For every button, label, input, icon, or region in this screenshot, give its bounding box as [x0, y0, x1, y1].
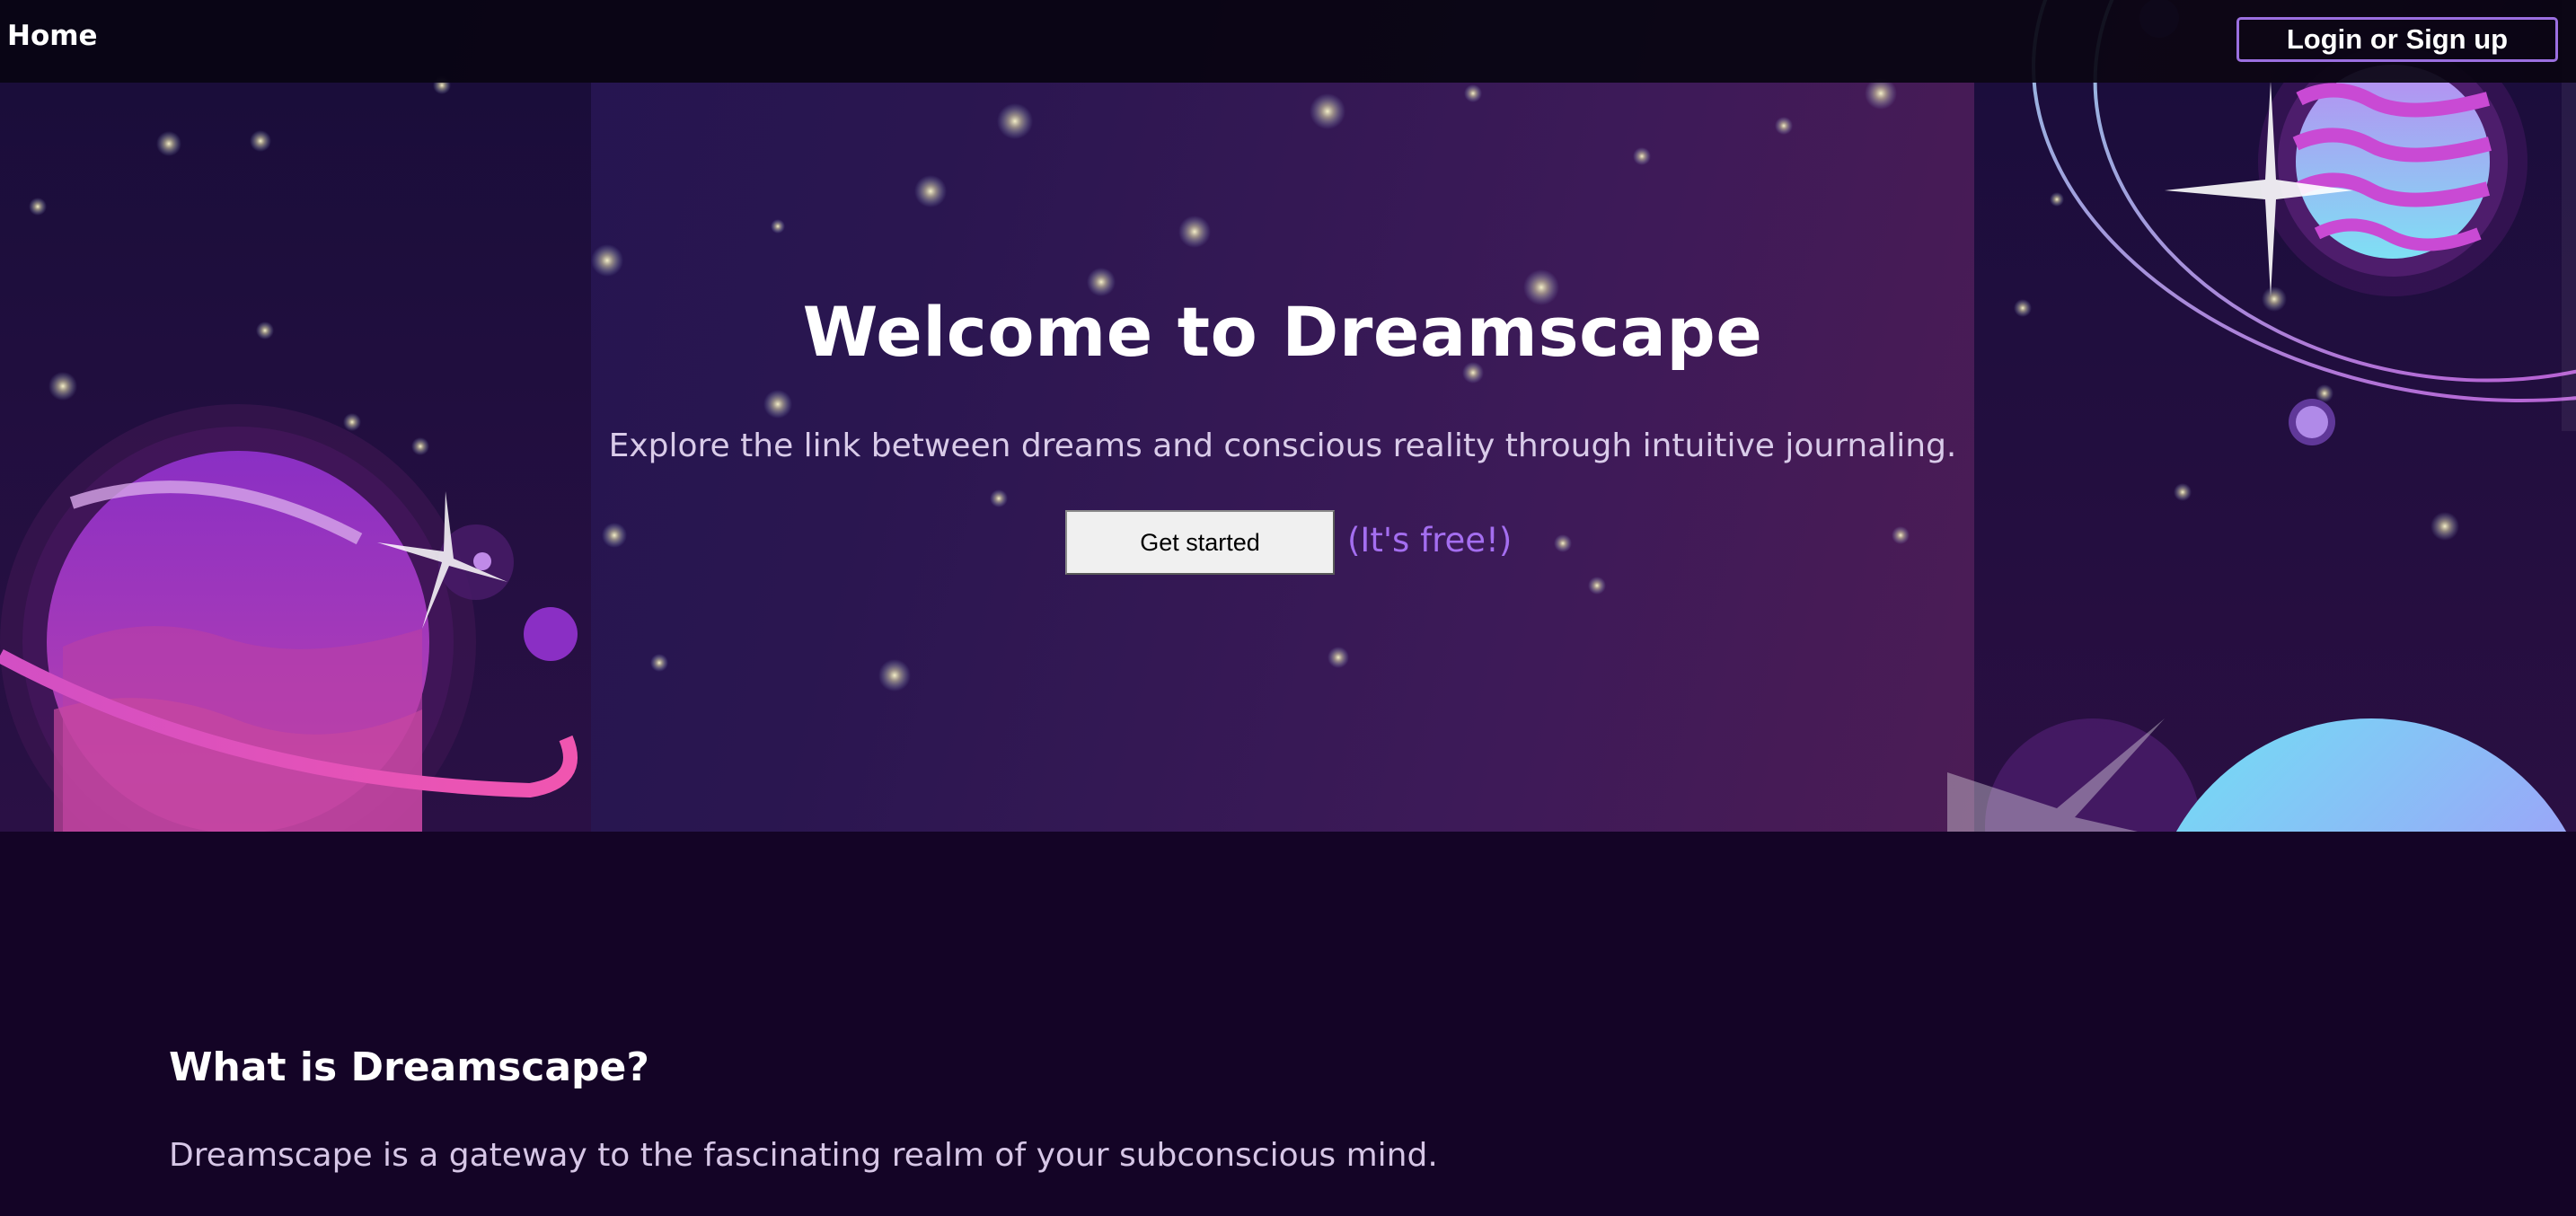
home-link[interactable]: Home: [7, 20, 98, 52]
hero-title: Welcome to Dreamscape: [802, 292, 1763, 372]
about-title: What is Dreamscape?: [169, 1044, 649, 1090]
login-signup-button[interactable]: Login or Sign up: [2236, 17, 2558, 62]
hero-subtitle: Explore the link between dreams and cons…: [608, 427, 1957, 464]
space-illustration: [0, 0, 2576, 832]
hero-section: Welcome to Dreamscape Explore the link b…: [0, 0, 2576, 832]
free-note: (It's free!): [1347, 521, 1513, 560]
top-navbar: Home Login or Sign up: [0, 0, 2576, 83]
about-text: Dreamscape is a gateway to the fascinati…: [169, 1137, 1438, 1174]
get-started-button[interactable]: Get started: [1065, 510, 1335, 575]
left-planet-illustration: [0, 404, 578, 832]
bottom-planet-illustration: [1947, 718, 2567, 832]
